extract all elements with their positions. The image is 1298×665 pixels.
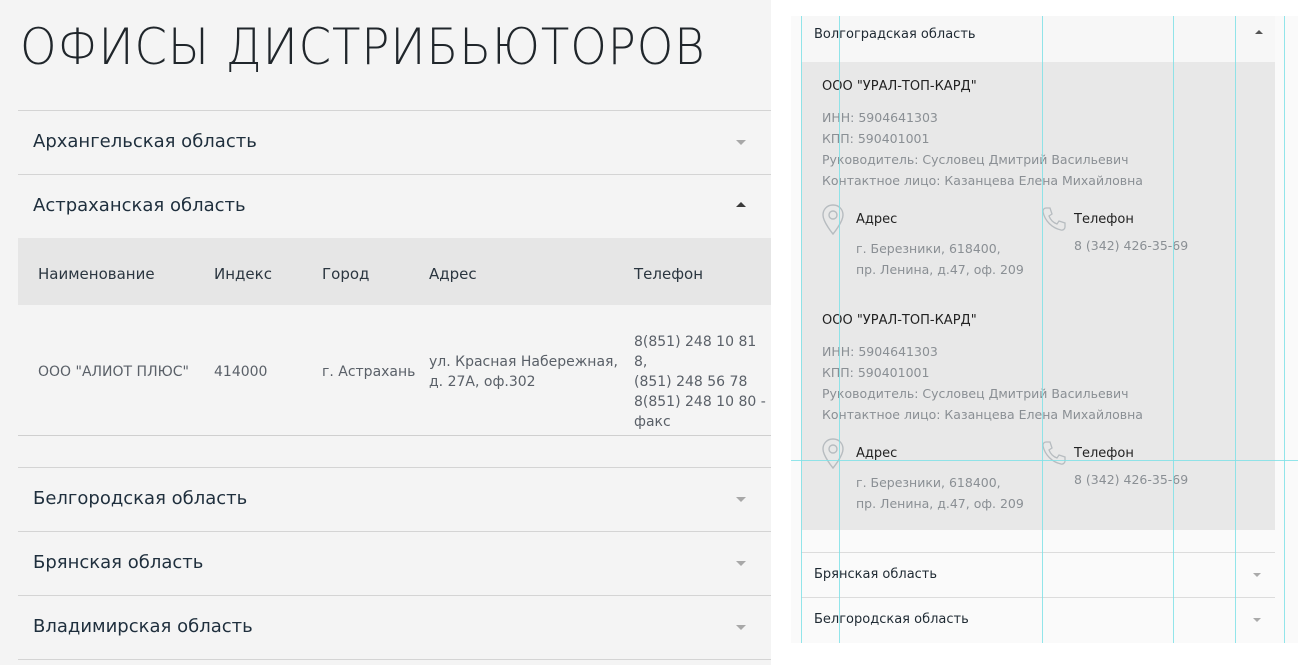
cell-phone: 8(851) 248 10 81 8, (851) 248 56 78 8(85… [634,332,771,432]
col-address: Адрес [429,265,477,283]
phone-line: 8(851) 248 10 81 8, [634,334,757,370]
guide-line [1042,16,1043,643]
map-pin-icon [822,438,844,470]
guide-line [791,460,1298,461]
phone-line: 8(851) 248 10 80 - [634,394,766,410]
accordion-bryansk[interactable]: Брянская область [18,531,771,595]
phone-icon [1042,207,1066,231]
accordion-vladimir[interactable]: Владимирская область [18,595,771,659]
phone-line: факс [634,414,671,430]
accordion-astrakhan[interactable]: Астраханская область [18,174,771,238]
cell-name: ООО "АЛИОТ ПЛЮС" [38,364,189,380]
address-label: Адрес [856,446,898,461]
company-name: ООО "УРАЛ-ТОП-КАРД" [822,313,977,328]
region-label: Белгородская область [814,612,969,627]
region-label: Брянская область [33,552,204,573]
distributor-card: ООО "УРАЛ-ТОП-КАРД" ИНН: 5904641303 КПП:… [801,62,1275,296]
caret-down-icon [1253,573,1261,577]
page-title: ОФИСЫ ДИСТРИБЬЮТОРОВ [20,18,706,76]
caret-down-icon [736,140,746,145]
contact-person: Контактное лицо: Казанцева Елена Михайло… [822,173,1143,188]
accordion-belgorod[interactable]: Белгородская область [18,467,771,531]
address-line: д. 27А, оф.302 [429,374,536,390]
phone-icon [1042,441,1066,465]
address-label: Адрес [856,212,898,227]
region-label: Астраханская область [33,195,246,216]
guide-line [839,16,840,643]
right-panel: Волгоградская область ООО "УРАЛ-ТОП-КАРД… [791,16,1298,643]
guide-line [1235,16,1236,643]
phone-label: Телефон [1074,212,1134,227]
caret-down-icon [736,561,746,566]
cell-city: г. Астрахань [322,364,416,380]
accordion-bryansk-right[interactable]: Брянская область [801,552,1275,597]
cell-index: 414000 [214,364,268,380]
guide-line [801,16,802,643]
address-value: г. Березники, 618400, пр. Ленина, д.47, … [856,238,1024,280]
accordion-belgorod-right[interactable]: Белгородская область [801,597,1275,642]
kpp: КПП: 590401001 [822,131,930,146]
director: Руководитель: Сусловец Дмитрий Васильеви… [822,386,1129,401]
phone-label: Телефон [1074,446,1134,461]
kpp: КПП: 590401001 [822,365,930,380]
contact-person: Контактное лицо: Казанцева Елена Михайло… [822,407,1143,422]
col-index: Индекс [214,265,272,283]
address-line: пр. Ленина, д.47, оф. 209 [856,496,1024,511]
company-info: ИНН: 5904641303 КПП: 590401001 Руководит… [822,341,1143,425]
col-phone: Телефон [634,265,704,283]
company-name: ООО "УРАЛ-ТОП-КАРД" [822,79,977,94]
accordion-volgograd[interactable]: Волгоградская область [801,16,1275,62]
caret-up-icon [736,202,746,207]
cell-address: ул. Красная Набережная, д. 27А, оф.302 [429,352,618,392]
col-name: Наименование [38,265,155,283]
phone-value: 8 (342) 426-35-69 [1074,472,1189,487]
guide-line [1173,16,1174,643]
divider [18,659,771,660]
address-line: ул. Красная Набережная, [429,354,618,370]
table-row: ООО "АЛИОТ ПЛЮС" 414000 г. Астрахань ул.… [18,305,771,436]
guide-line [1284,16,1285,643]
caret-down-icon [736,497,746,502]
caret-down-icon [1253,618,1261,622]
region-label: Владимирская область [33,616,253,637]
distributor-card: ООО "УРАЛ-ТОП-КАРД" ИНН: 5904641303 КПП:… [801,296,1275,530]
region-label: Брянская область [814,567,938,582]
region-label: Белгородская область [33,488,248,509]
address-line: пр. Ленина, д.47, оф. 209 [856,262,1024,277]
director: Руководитель: Сусловец Дмитрий Васильеви… [822,152,1129,167]
inn: ИНН: 5904641303 [822,110,938,125]
company-info: ИНН: 5904641303 КПП: 590401001 Руководит… [822,107,1143,191]
phone-line: (851) 248 56 78 [634,374,748,390]
map-pin-icon [822,204,844,236]
address-line: г. Березники, 618400, [856,241,1001,256]
address-value: г. Березники, 618400, пр. Ленина, д.47, … [856,472,1024,514]
col-city: Город [322,265,370,283]
table-header: Наименование Индекс Город Адрес Телефон [18,238,771,305]
caret-up-icon [1255,30,1263,34]
left-panel: ОФИСЫ ДИСТРИБЬЮТОРОВ Архангельская облас… [0,0,771,665]
phone-value: 8 (342) 426-35-69 [1074,238,1189,253]
address-line: г. Березники, 618400, [856,475,1001,490]
region-label: Архангельская область [33,131,257,152]
accordion-arkhangelsk[interactable]: Архангельская область [18,110,771,174]
inn: ИНН: 5904641303 [822,344,938,359]
caret-down-icon [736,625,746,630]
